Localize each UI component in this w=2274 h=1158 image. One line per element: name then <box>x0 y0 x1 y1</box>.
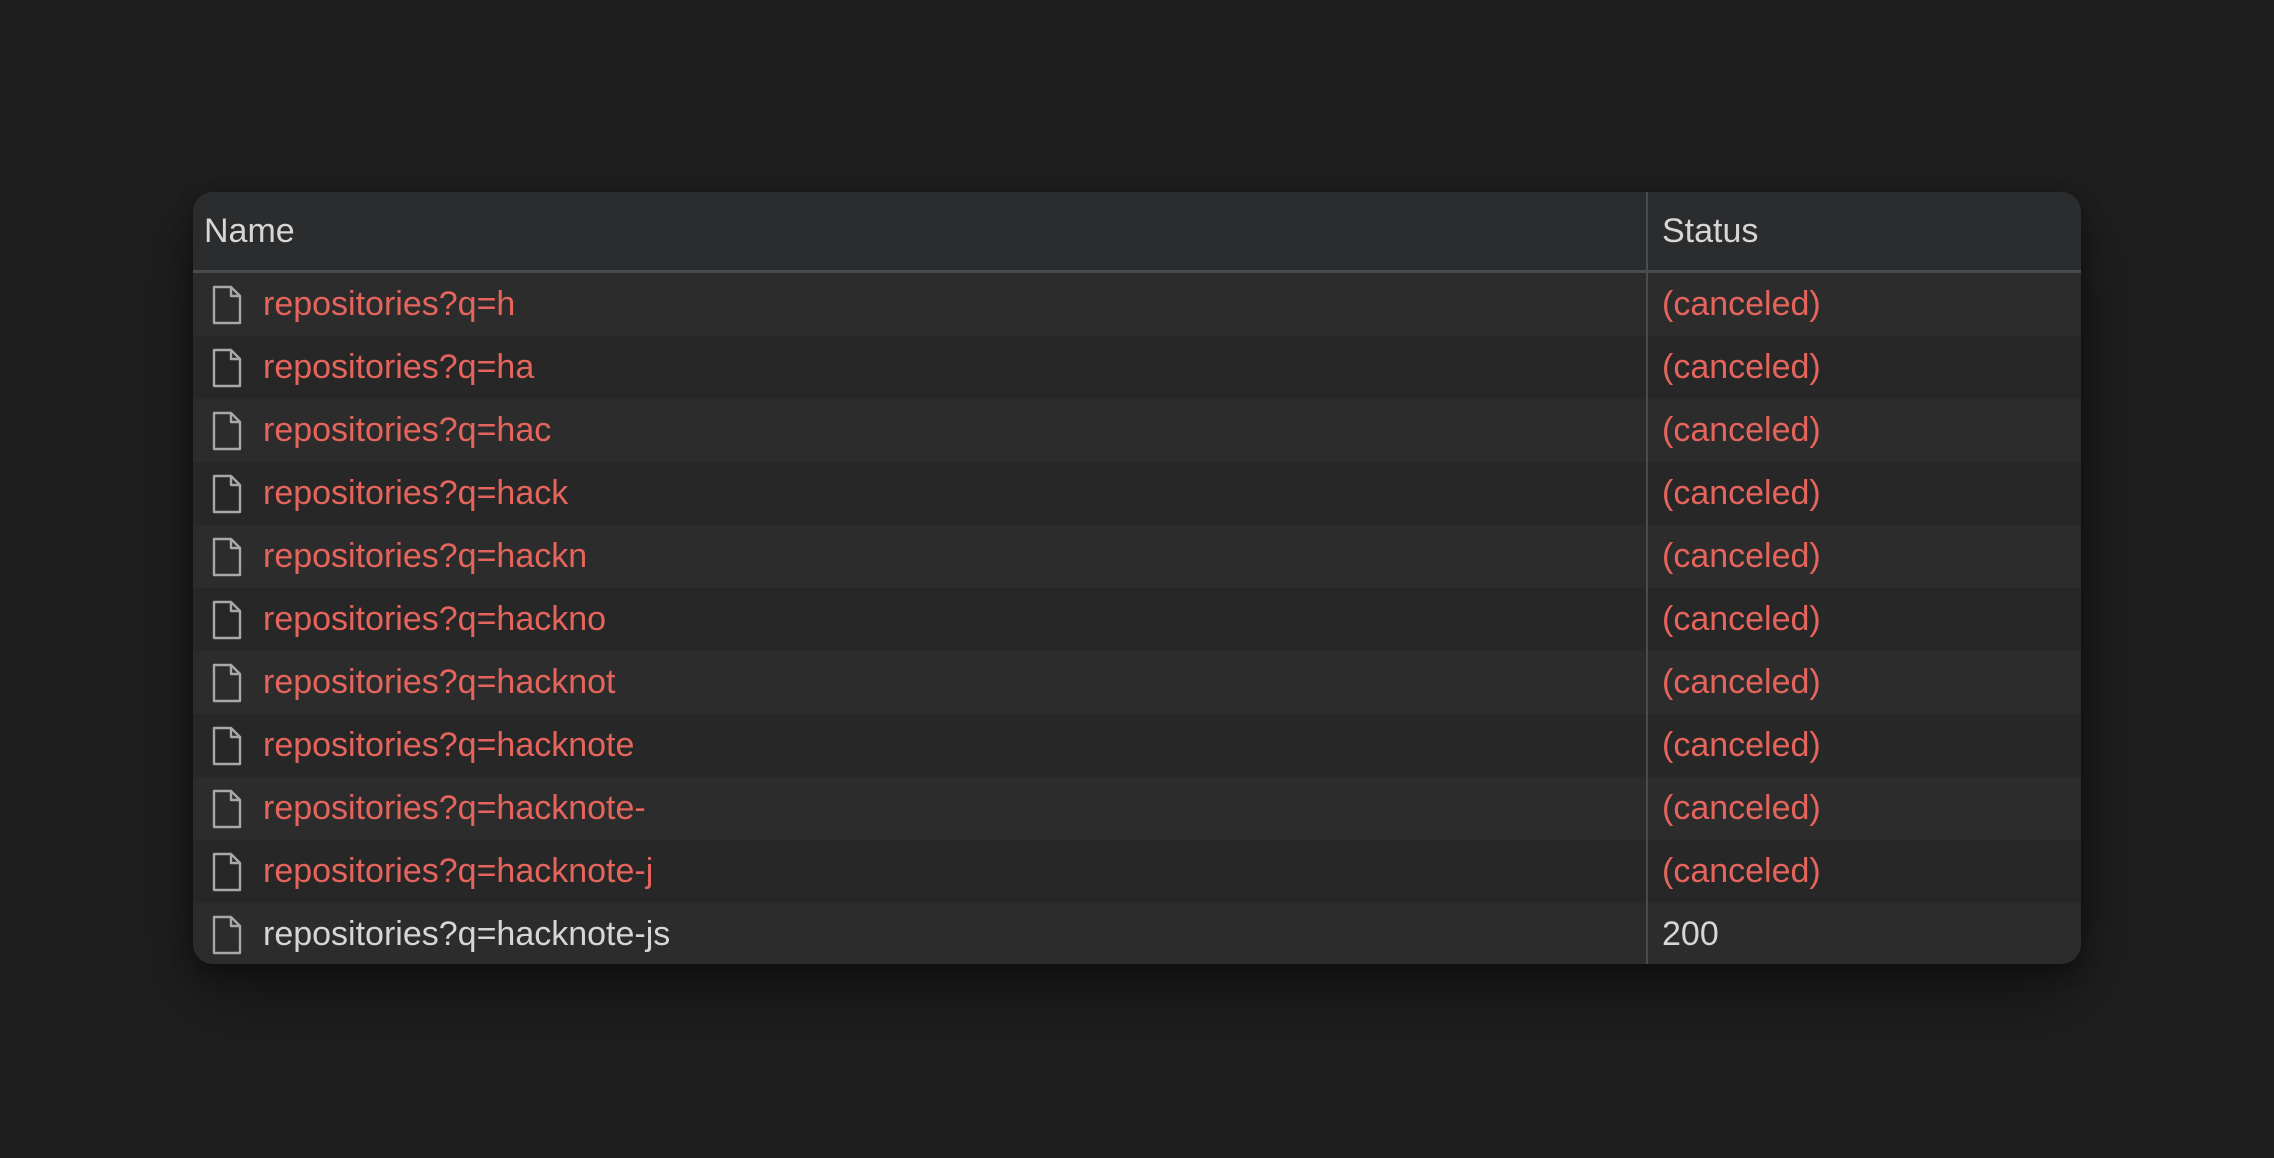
request-status: (canceled) <box>1662 537 1821 575</box>
request-name-cell[interactable]: repositories?q=ha <box>193 336 1648 399</box>
file-icon <box>211 474 243 514</box>
table-row[interactable]: repositories?q=hacknote (canceled) <box>193 714 2081 777</box>
table-row[interactable]: repositories?q=hacknote- (canceled) <box>193 777 2081 840</box>
request-name: repositories?q=hacknote-js <box>263 915 671 953</box>
file-icon <box>211 663 243 703</box>
request-name: repositories?q=h <box>263 285 516 323</box>
request-name: repositories?q=ha <box>263 348 535 386</box>
table-row[interactable]: repositories?q=hacknote-j (canceled) <box>193 840 2081 903</box>
request-status-cell[interactable]: (canceled) <box>1648 273 2081 336</box>
request-status-cell[interactable]: (canceled) <box>1648 588 2081 651</box>
request-name: repositories?q=hacknote <box>263 726 635 764</box>
request-name: repositories?q=hac <box>263 411 552 449</box>
request-status: (canceled) <box>1662 285 1821 323</box>
request-name-cell[interactable]: repositories?q=hacknot <box>193 651 1648 714</box>
request-name: repositories?q=hacknote-j <box>263 852 654 890</box>
request-status-cell[interactable]: (canceled) <box>1648 651 2081 714</box>
request-name: repositories?q=hackn <box>263 537 588 575</box>
file-icon <box>211 726 243 766</box>
request-status-cell[interactable]: (canceled) <box>1648 714 2081 777</box>
request-status-cell[interactable]: (canceled) <box>1648 840 2081 903</box>
table-row[interactable]: repositories?q=hack (canceled) <box>193 462 2081 525</box>
table-row[interactable]: repositories?q=hacknote-js 200 <box>193 903 2081 964</box>
file-icon <box>211 789 243 829</box>
file-icon <box>211 411 243 451</box>
request-status: (canceled) <box>1662 411 1821 449</box>
request-status-cell[interactable]: (canceled) <box>1648 399 2081 462</box>
file-icon <box>211 915 243 955</box>
request-name-cell[interactable]: repositories?q=hacknote-j <box>193 840 1648 903</box>
table-row[interactable]: repositories?q=hacknot (canceled) <box>193 651 2081 714</box>
file-icon <box>211 537 243 577</box>
table-row[interactable]: repositories?q=hackno (canceled) <box>193 588 2081 651</box>
request-name-cell[interactable]: repositories?q=hacknote <box>193 714 1648 777</box>
request-name-cell[interactable]: repositories?q=h <box>193 273 1648 336</box>
request-name-cell[interactable]: repositories?q=hackno <box>193 588 1648 651</box>
request-name-cell[interactable]: repositories?q=hacknote-js <box>193 903 1648 964</box>
file-icon <box>211 348 243 388</box>
request-status: (canceled) <box>1662 348 1821 386</box>
column-header-name[interactable]: Name <box>193 192 1648 270</box>
request-status-cell[interactable]: (canceled) <box>1648 525 2081 588</box>
request-status-cell[interactable]: 200 <box>1648 903 2081 964</box>
request-status: (canceled) <box>1662 474 1821 512</box>
request-status-cell[interactable]: (canceled) <box>1648 462 2081 525</box>
table-row[interactable]: repositories?q=h (canceled) <box>193 273 2081 336</box>
table-row[interactable]: repositories?q=hackn (canceled) <box>193 525 2081 588</box>
column-header-status-label: Status <box>1662 211 1759 250</box>
table-body: repositories?q=h (canceled) repositories… <box>193 273 2081 964</box>
request-name: repositories?q=hack <box>263 474 569 512</box>
request-name: repositories?q=hackno <box>263 600 607 638</box>
request-name-cell[interactable]: repositories?q=hacknote- <box>193 777 1648 840</box>
table-row[interactable]: repositories?q=ha (canceled) <box>193 336 2081 399</box>
request-status: (canceled) <box>1662 789 1821 827</box>
column-header-status[interactable]: Status <box>1648 192 2081 270</box>
file-icon <box>211 600 243 640</box>
request-status-cell[interactable]: (canceled) <box>1648 777 2081 840</box>
network-requests-table: Name Status repositories?q=h (canceled) <box>193 192 2081 964</box>
file-icon <box>211 852 243 892</box>
request-status: (canceled) <box>1662 663 1821 701</box>
request-status-cell[interactable]: (canceled) <box>1648 336 2081 399</box>
request-name-cell[interactable]: repositories?q=hackn <box>193 525 1648 588</box>
file-icon <box>211 285 243 325</box>
request-status: 200 <box>1662 915 1719 953</box>
table-header: Name Status <box>193 192 2081 273</box>
request-name-cell[interactable]: repositories?q=hack <box>193 462 1648 525</box>
request-status: (canceled) <box>1662 600 1821 638</box>
request-name: repositories?q=hacknote- <box>263 789 646 827</box>
request-status: (canceled) <box>1662 852 1821 890</box>
column-header-name-label: Name <box>204 211 295 250</box>
table-row[interactable]: repositories?q=hac (canceled) <box>193 399 2081 462</box>
request-name-cell[interactable]: repositories?q=hac <box>193 399 1648 462</box>
request-status: (canceled) <box>1662 726 1821 764</box>
request-name: repositories?q=hacknot <box>263 663 616 701</box>
